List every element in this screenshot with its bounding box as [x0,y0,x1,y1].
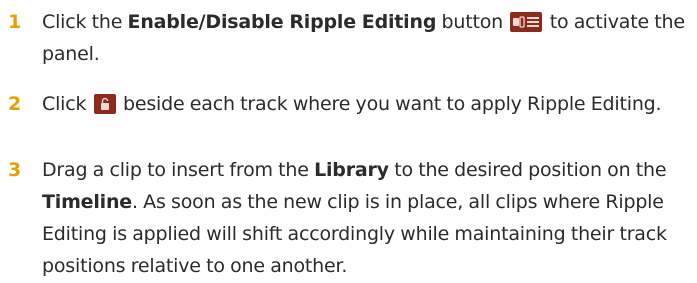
step-number: 3 [8,159,22,181]
step-number: 2 [8,93,22,115]
step-number: 1 [8,11,22,33]
ui-term-library: Library [314,159,389,181]
step-text: Click beside each track where you want t… [42,88,694,120]
step-text: Click the Enable/Disable Ripple Editing … [42,6,694,70]
step-text: Drag a clip to insert from the Library t… [42,154,694,282]
step-text-run: beside each track where you want to appl… [117,93,662,115]
instruction-document: 1 Click the Enable/Disable Ripple Editin… [0,0,697,283]
step-text-run: Drag a clip to insert from the [42,159,315,181]
ui-term-enable-disable-ripple-editing: Enable/Disable Ripple Editing [127,11,437,33]
step-text-run: Click the [42,11,128,33]
step-text-run: to the desired position on the [388,159,667,181]
step-text-run: Click [42,93,92,115]
step-text-run: . As soon as the new clip is in place, a… [42,191,667,277]
step-text-run: button [436,11,509,33]
ripple-editing-toggle-icon [510,12,543,32]
ui-term-timeline: Timeline [42,191,132,213]
track-ripple-lock-icon [93,94,116,114]
